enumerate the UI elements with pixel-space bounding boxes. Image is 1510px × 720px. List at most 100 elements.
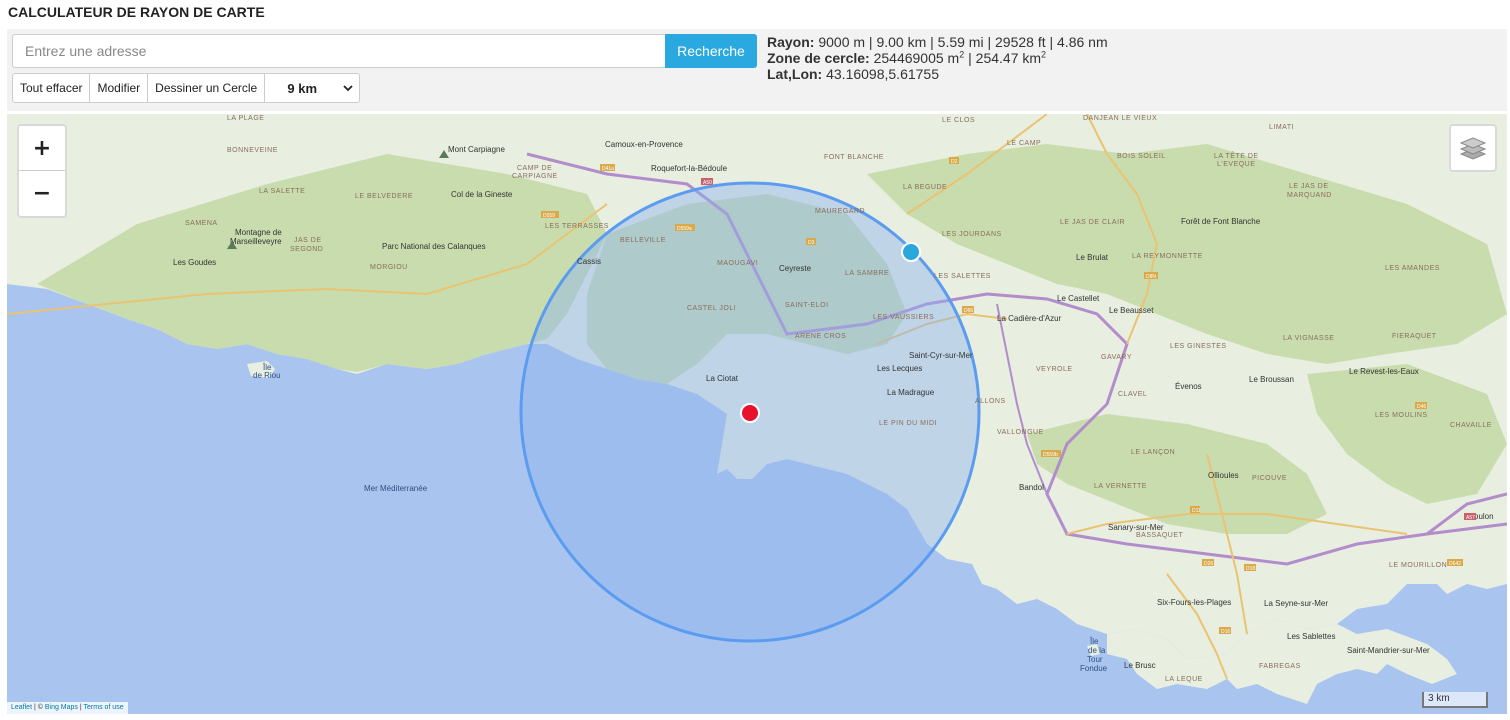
map-label: Le Broussan	[1249, 375, 1294, 384]
terms-link[interactable]: Terms of use	[84, 704, 124, 711]
zoom-control: + −	[17, 124, 67, 218]
latlon-value: 43.16098,5.61755	[826, 66, 939, 82]
search-input[interactable]	[12, 34, 666, 68]
map-attribution: Leaflet | © Bing Maps | Terms of use	[7, 702, 128, 714]
zoom-out-button[interactable]: −	[19, 171, 65, 216]
edge-marker[interactable]	[901, 242, 921, 262]
map-label: Les Sablettes	[1287, 632, 1335, 641]
map-label: Mer Méditerranée	[364, 484, 428, 493]
map-label: BONNEVEINE	[227, 147, 278, 154]
map-label: CAMP DE	[517, 165, 552, 172]
draw-circle-button[interactable]: Dessiner un Cercle	[147, 73, 266, 103]
map-label: Le Castellet	[1057, 294, 1100, 303]
map-label: LA VIGNASSE	[1283, 335, 1334, 342]
map-label: LE JAS DE	[1289, 183, 1329, 190]
map-label: MORGIOU	[370, 264, 408, 271]
road-shield-label: D18	[1246, 566, 1255, 572]
map-label: Parc National des Calanques	[382, 242, 486, 251]
circle-info: Rayon: 9000 m | 9.00 km | 5.59 mi | 2952…	[767, 34, 1108, 82]
map-label: LA LEQUE	[1165, 676, 1203, 683]
road-shield-label: D66	[964, 308, 973, 314]
map-label: La Cadière-d'Azur	[997, 314, 1062, 323]
latlon-label: Lat,Lon:	[767, 66, 823, 82]
map-label: LE MOURILLON	[1389, 562, 1447, 569]
radius-line: Rayon: 9000 m | 9.00 km | 5.59 mi | 2952…	[767, 34, 1108, 50]
map-label: LES VAUSSIERS	[873, 314, 934, 321]
page-title: CALCULATEUR DE RAYON DE CARTE	[8, 4, 265, 20]
map-label: LES TERRASSES	[545, 223, 609, 230]
map-label: JAS DE	[294, 237, 322, 244]
map-label: BELLEVILLE	[620, 237, 666, 244]
map-label: GAVARY	[1101, 354, 1132, 361]
road-shield-label: A57	[1466, 515, 1475, 521]
layers-button[interactable]	[1449, 124, 1497, 172]
center-marker[interactable]	[740, 403, 760, 423]
radius-label: Rayon:	[767, 34, 815, 50]
map-label: LA BEGUDE	[903, 184, 947, 191]
map-label: La Ciotat	[706, 374, 739, 383]
road-shield-label: D559b	[1043, 452, 1058, 458]
radius-select-value: 9 km	[287, 80, 318, 96]
map-label: CASTEL JOLI	[687, 305, 736, 312]
zoom-in-button[interactable]: +	[19, 126, 65, 171]
map-label: LES AMANDES	[1385, 265, 1440, 272]
map-label: LES GINESTES	[1170, 343, 1227, 350]
road-shield-label: D2	[951, 159, 958, 165]
map-label: Bandol	[1019, 483, 1044, 492]
map-label: Le Brulat	[1076, 253, 1109, 262]
road-shield-label: D46	[1417, 404, 1426, 410]
map-label: MAUREGARD	[815, 208, 865, 215]
map-label: LE JAS DE CLAIR	[1060, 219, 1125, 226]
road-shield-label: D8N	[1146, 274, 1156, 280]
map-label: LA SALETTE	[259, 188, 305, 195]
map-label: Île	[1089, 637, 1099, 646]
map-label: LES MOULINS	[1375, 412, 1428, 419]
bing-maps-link[interactable]: Bing Maps	[45, 704, 78, 711]
latlon-line: Lat,Lon: 43.16098,5.61755	[767, 66, 1108, 82]
map-label: FIERAQUET	[1392, 333, 1437, 340]
map-label: LA SAMBRE	[845, 270, 889, 277]
map-label: LES JOURDANS	[942, 231, 1002, 238]
road-shield-label: D26	[1204, 561, 1213, 567]
map-label: MARQUAND	[1287, 192, 1332, 199]
road-shield-label: D11	[1192, 508, 1201, 514]
search-button[interactable]: Recherche	[665, 34, 757, 68]
map-canvas[interactable]: LA PLAGE BONNEVEINE LA SALETTE LE BELVED…	[7, 114, 1507, 714]
map-label: Ollioules	[1208, 471, 1239, 480]
map-label: La Madrague	[887, 388, 935, 397]
map-label: Marseilleveyre	[230, 237, 282, 246]
map-label: CARPIAGNE	[512, 173, 558, 180]
map-label: de la	[1088, 646, 1106, 655]
map-label: Saint-Cyr-sur-Mer	[909, 351, 973, 360]
modify-button[interactable]: Modifier	[89, 73, 149, 103]
map-label: Camoux-en-Provence	[605, 140, 683, 149]
map-label: L'EVEQUE	[1217, 161, 1255, 168]
leaflet-link[interactable]: Leaflet	[11, 704, 32, 711]
map-label: LE CLOS	[942, 117, 975, 124]
radius-value: 9000 m | 9.00 km | 5.59 mi | 29528 ft | …	[818, 34, 1108, 50]
map-label: Ceyreste	[779, 264, 812, 273]
map-label: Le Beausset	[1109, 306, 1154, 315]
road-shield-label: A50	[703, 180, 712, 186]
radius-select[interactable]: 9 km	[264, 73, 361, 103]
road-shield-label: D642	[1449, 561, 1461, 567]
map-label: SEGOND	[290, 246, 323, 253]
map-label: Tour	[1087, 655, 1103, 664]
map[interactable]: LA PLAGE BONNEVEINE LA SALETTE LE BELVED…	[7, 114, 1507, 714]
road-shield-label: D3	[808, 240, 815, 246]
area-line: Zone de cercle: 254469005 m 2 | 254.47 km…	[767, 50, 1108, 66]
layers-icon	[1459, 137, 1487, 160]
map-label: ARENE CROS	[795, 333, 846, 340]
map-label: SAMENA	[185, 220, 218, 227]
clear-all-button[interactable]: Tout effacer	[12, 73, 91, 103]
map-label: Roquefort-la-Bédoule	[651, 164, 728, 173]
road-shield-label: D559a	[677, 226, 692, 232]
map-label: PICOUVE	[1252, 475, 1287, 482]
map-label: Sanary-sur-Mer	[1108, 523, 1164, 532]
map-label: La Seyne-sur-Mer	[1264, 599, 1328, 608]
area-km2: 254.47 km	[975, 50, 1042, 66]
attribution-sep: | ©	[32, 704, 45, 711]
road-shield-label: D559	[543, 213, 555, 219]
map-label: Col de la Gineste	[451, 190, 513, 199]
map-label: LE CAMP	[1007, 140, 1041, 147]
